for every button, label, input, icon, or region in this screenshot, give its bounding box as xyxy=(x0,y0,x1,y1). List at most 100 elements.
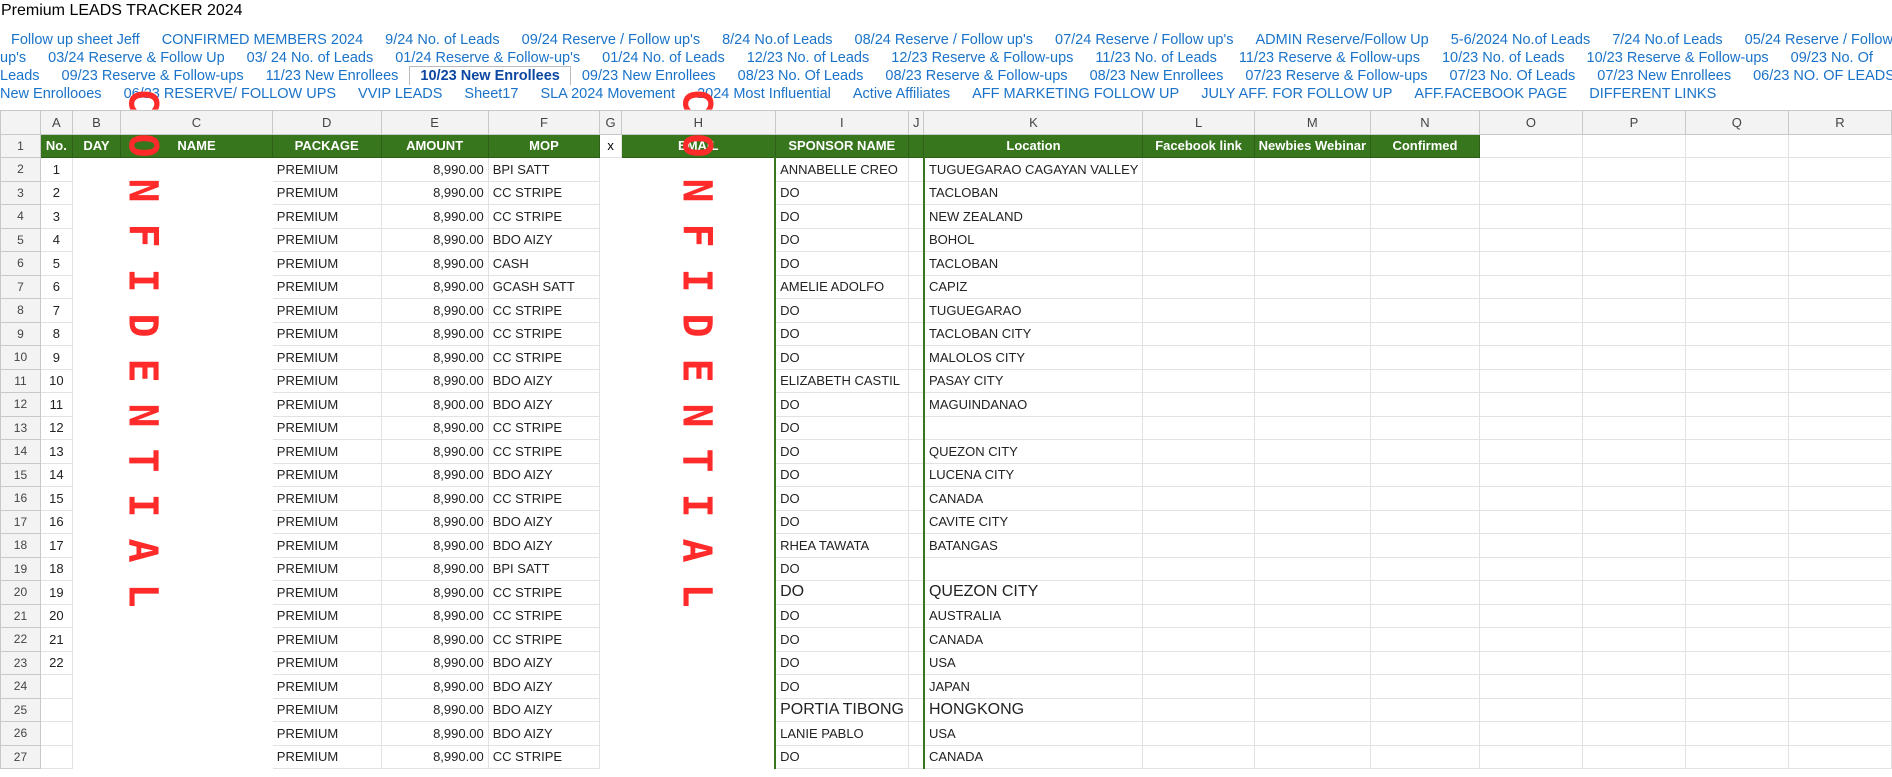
no-cell[interactable]: 1 xyxy=(39,157,73,182)
empty-cell[interactable] xyxy=(1370,603,1480,628)
row-number[interactable]: 23 xyxy=(0,650,41,675)
empty-cell[interactable] xyxy=(1684,533,1789,558)
sponsor-cell[interactable]: DO xyxy=(774,345,909,370)
amount-cell[interactable]: 8,990.00 xyxy=(380,650,489,675)
empty-cell[interactable] xyxy=(1581,603,1686,628)
empty-cell[interactable] xyxy=(1142,486,1255,511)
empty-cell[interactable] xyxy=(1142,697,1255,722)
day-cell[interactable] xyxy=(71,392,122,417)
mop-cell[interactable]: BDO AIZY xyxy=(487,368,601,393)
empty-cell[interactable] xyxy=(1787,627,1892,652)
empty-cell[interactable] xyxy=(1787,157,1892,182)
location-cell[interactable]: MAGUINDANAO xyxy=(923,392,1144,417)
j-cell[interactable] xyxy=(908,533,925,558)
empty-cell[interactable] xyxy=(1253,251,1372,276)
empty-cell[interactable] xyxy=(1253,744,1372,769)
empty-cell[interactable] xyxy=(1684,721,1789,746)
mop-cell[interactable]: CC STRIPE xyxy=(487,486,601,511)
sponsor-cell[interactable]: LANIE PABLO xyxy=(774,721,909,746)
sheet-tab-link[interactable]: 09/23 No. Of xyxy=(1780,49,1884,67)
mop-cell[interactable]: CC STRIPE xyxy=(487,321,601,346)
empty-cell[interactable] xyxy=(1370,556,1480,581)
day-cell[interactable] xyxy=(71,697,122,722)
day-cell[interactable] xyxy=(71,321,122,346)
empty-cell[interactable] xyxy=(1684,486,1789,511)
sheet-tab-link[interactable]: 07/23 No. Of Leads xyxy=(1439,67,1587,85)
sheet-tab-link[interactable]: 07/23 Reserve & Follow-ups xyxy=(1234,67,1438,85)
x-cell[interactable] xyxy=(599,157,622,182)
sheet-tab-link[interactable]: up's xyxy=(0,49,37,67)
empty-cell[interactable] xyxy=(1370,697,1480,722)
sheet-tab-link[interactable]: 07/24 Reserve / Follow up's xyxy=(1044,31,1244,49)
no-cell[interactable]: 7 xyxy=(39,298,73,323)
empty-cell[interactable] xyxy=(1581,697,1686,722)
package-cell[interactable]: PREMIUM xyxy=(271,321,382,346)
empty-cell[interactable] xyxy=(1142,227,1255,252)
sheet-tab-link[interactable]: 12/23 No. of Leads xyxy=(736,49,881,67)
empty-cell[interactable] xyxy=(1787,227,1892,252)
empty-cell[interactable] xyxy=(1581,509,1686,534)
sheet-tab-link[interactable]: 12/23 Reserve & Follow-ups xyxy=(880,49,1084,67)
column-header-r[interactable]: R xyxy=(1787,110,1892,135)
empty-cell[interactable] xyxy=(1581,204,1686,229)
package-cell[interactable]: PREMIUM xyxy=(271,627,382,652)
header-cell[interactable]: AMOUNT xyxy=(380,133,489,158)
day-cell[interactable] xyxy=(71,556,122,581)
header-cell[interactable]: Location xyxy=(923,133,1144,158)
day-cell[interactable] xyxy=(71,298,122,323)
empty-cell[interactable] xyxy=(1478,439,1583,464)
mop-cell[interactable]: CC STRIPE xyxy=(487,345,601,370)
empty-cell[interactable] xyxy=(1478,345,1583,370)
email-cell[interactable] xyxy=(620,697,776,722)
day-cell[interactable] xyxy=(71,674,122,699)
package-cell[interactable]: PREMIUM xyxy=(271,509,382,534)
x-cell[interactable] xyxy=(599,274,622,299)
empty-cell[interactable] xyxy=(1581,462,1686,487)
j-cell[interactable] xyxy=(908,603,925,628)
empty-cell[interactable] xyxy=(1142,251,1255,276)
row-number[interactable]: 6 xyxy=(0,251,41,276)
empty-cell[interactable] xyxy=(1684,321,1789,346)
empty-cell[interactable] xyxy=(1142,674,1255,699)
email-cell[interactable] xyxy=(620,650,776,675)
package-cell[interactable]: PREMIUM xyxy=(271,368,382,393)
location-cell[interactable]: MALOLOS CITY xyxy=(923,345,1144,370)
mop-cell[interactable]: BDO AIZY xyxy=(487,509,601,534)
empty-cell[interactable] xyxy=(1142,180,1255,205)
empty-cell[interactable] xyxy=(1142,462,1255,487)
empty-cell[interactable] xyxy=(1478,603,1583,628)
j-cell[interactable] xyxy=(908,180,925,205)
empty-cell[interactable] xyxy=(1684,627,1789,652)
sheet-tab-link[interactable]: 7/24 No.of Leads xyxy=(1601,31,1733,49)
column-header-n[interactable]: N xyxy=(1370,110,1480,135)
no-cell[interactable]: 8 xyxy=(39,321,73,346)
empty-cell[interactable] xyxy=(1478,321,1583,346)
row-number[interactable]: 25 xyxy=(0,697,41,722)
empty-cell[interactable] xyxy=(1684,298,1789,323)
email-cell[interactable] xyxy=(620,674,776,699)
package-cell[interactable]: PREMIUM xyxy=(271,392,382,417)
empty-cell[interactable] xyxy=(1787,392,1892,417)
amount-cell[interactable]: 8,990.00 xyxy=(380,368,489,393)
empty-cell[interactable] xyxy=(1581,674,1686,699)
sponsor-cell[interactable]: DO xyxy=(774,462,909,487)
mop-cell[interactable]: CASH xyxy=(487,251,601,276)
sponsor-cell[interactable]: AMELIE ADOLFO xyxy=(774,274,909,299)
no-cell[interactable] xyxy=(39,744,73,769)
header-cell[interactable]: DAY xyxy=(71,133,122,158)
location-cell[interactable]: BOHOL xyxy=(923,227,1144,252)
amount-cell[interactable]: 8,990.00 xyxy=(380,345,489,370)
day-cell[interactable] xyxy=(71,180,122,205)
empty-cell[interactable] xyxy=(1581,721,1686,746)
empty-cell[interactable] xyxy=(1142,580,1255,605)
package-cell[interactable]: PREMIUM xyxy=(271,556,382,581)
sheet-tab-link[interactable]: 9/24 No. of Leads xyxy=(374,31,510,49)
sponsor-cell[interactable]: DO xyxy=(774,744,909,769)
package-cell[interactable]: PREMIUM xyxy=(271,721,382,746)
sponsor-cell[interactable]: ELIZABETH CASTIL xyxy=(774,368,909,393)
amount-cell[interactable]: 8,990.00 xyxy=(380,744,489,769)
package-cell[interactable]: PREMIUM xyxy=(271,603,382,628)
sheet-tab-link[interactable]: 01/24 No. of Leads xyxy=(591,49,736,67)
sheet-tab-link[interactable]: Sheet17 xyxy=(453,85,529,103)
package-cell[interactable]: PREMIUM xyxy=(271,180,382,205)
